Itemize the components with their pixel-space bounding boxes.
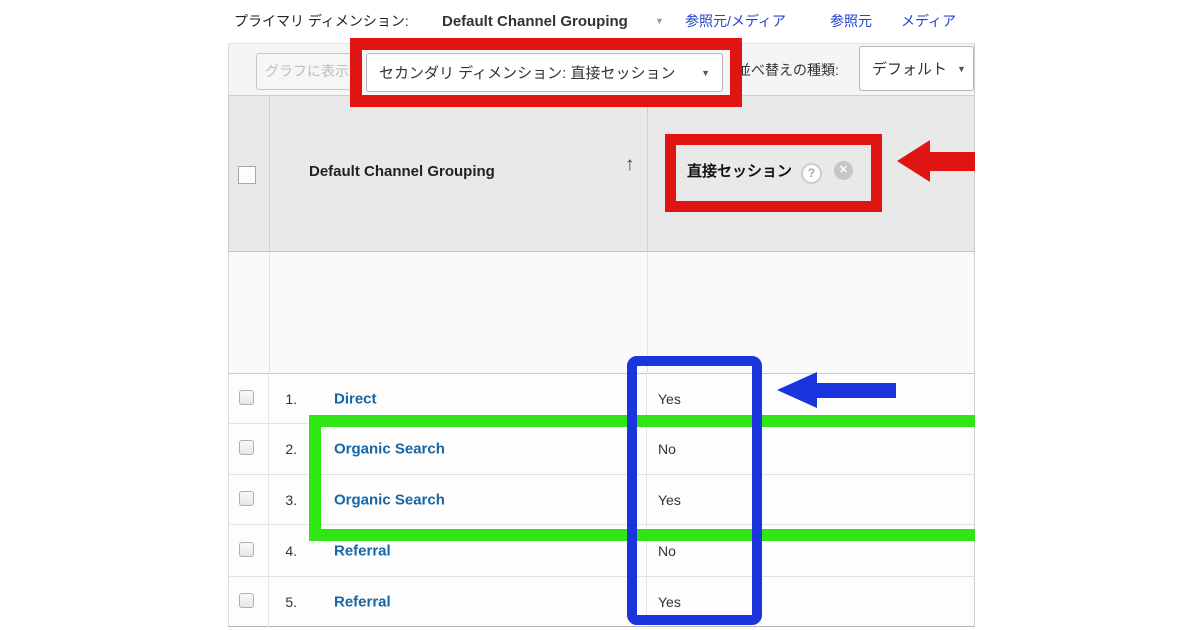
row-number: 5. xyxy=(271,594,297,610)
annotation-red-arrow-shaft xyxy=(930,152,975,171)
row-checkbox[interactable] xyxy=(239,491,254,506)
table-row: 1. Direct Yes xyxy=(228,374,975,424)
channel-link[interactable]: Referral xyxy=(334,542,391,559)
analytics-report-view: プライマリ ディメンション: Default Channel Grouping … xyxy=(0,0,1200,630)
caret-down-icon: ▼ xyxy=(957,64,966,74)
table-row: 5. Referral Yes xyxy=(228,577,975,627)
column-divider xyxy=(269,96,270,252)
secondary-dimension-value: Yes xyxy=(658,492,681,508)
secondary-dimension-value: Yes xyxy=(658,594,681,610)
row-number: 4. xyxy=(271,543,297,559)
secondary-dimension-dropdown-label: セカンダリ ディメンション: 直接セッション xyxy=(379,62,675,83)
table-header: Default Channel Grouping ↑ 直接セッション ? ✕ xyxy=(228,96,975,252)
row-number: 1. xyxy=(271,391,297,407)
column-divider xyxy=(269,252,270,374)
row-checkbox[interactable] xyxy=(239,440,254,455)
channel-link[interactable]: Organic Search xyxy=(334,491,445,508)
column-header-channel-grouping[interactable]: Default Channel Grouping xyxy=(309,156,495,188)
annotation-blue-arrow-icon xyxy=(777,372,817,408)
channel-link[interactable]: Referral xyxy=(334,593,391,610)
row-checkbox[interactable] xyxy=(239,593,254,608)
row-number: 3. xyxy=(271,492,297,508)
caret-down-icon: ▼ xyxy=(701,68,710,78)
primary-dimension-bar: プライマリ ディメンション: Default Channel Grouping … xyxy=(228,0,975,43)
summary-band xyxy=(228,252,975,374)
primary-dimension-selector[interactable]: Default Channel Grouping xyxy=(442,0,628,43)
show-on-graph-button: グラフに表示 xyxy=(256,53,353,90)
channel-link[interactable]: Organic Search xyxy=(334,441,445,458)
column-divider xyxy=(647,96,648,252)
help-icon[interactable]: ? xyxy=(801,163,822,184)
select-all-checkbox[interactable] xyxy=(238,166,256,184)
row-number: 2. xyxy=(271,441,297,457)
secondary-dimension-value: No xyxy=(658,441,676,457)
sort-type-dropdown[interactable]: デフォルト ▼ xyxy=(859,46,974,91)
sort-ascending-icon[interactable]: ↑ xyxy=(625,154,635,176)
column-divider xyxy=(646,374,647,627)
column-header-direct-session[interactable]: 直接セッション xyxy=(687,157,792,187)
table-toolbar: グラフに表示 セカンダリ ディメンション: 直接セッション ▼ 並べ替えの種類:… xyxy=(228,43,975,96)
caret-down-icon: ▼ xyxy=(655,0,664,43)
sort-type-dropdown-label: デフォルト xyxy=(872,58,947,79)
annotation-blue-arrow-shaft xyxy=(817,383,896,398)
remove-secondary-dimension-icon[interactable]: ✕ xyxy=(834,161,853,180)
annotation-red-arrow-icon xyxy=(897,140,930,182)
table-row: 4. Referral No xyxy=(228,525,975,577)
row-checkbox[interactable] xyxy=(239,542,254,557)
table-row: 3. Organic Search Yes xyxy=(228,475,975,525)
primary-dimension-label: プライマリ ディメンション: xyxy=(234,0,409,43)
column-divider xyxy=(647,252,648,374)
table-row: 2. Organic Search No xyxy=(228,424,975,475)
dimension-link-source[interactable]: 参照元 xyxy=(830,0,872,43)
secondary-dimension-value: Yes xyxy=(658,391,681,407)
sort-type-label: 並べ替えの種類: xyxy=(737,44,839,97)
dimension-link-medium[interactable]: メディア xyxy=(901,0,956,43)
channel-link[interactable]: Direct xyxy=(334,390,377,407)
secondary-dimension-value: No xyxy=(658,543,676,559)
dimension-link-source-medium[interactable]: 参照元/メディア xyxy=(685,0,786,43)
secondary-dimension-dropdown[interactable]: セカンダリ ディメンション: 直接セッション ▼ xyxy=(366,53,723,92)
row-checkbox[interactable] xyxy=(239,390,254,405)
column-divider xyxy=(268,374,269,627)
